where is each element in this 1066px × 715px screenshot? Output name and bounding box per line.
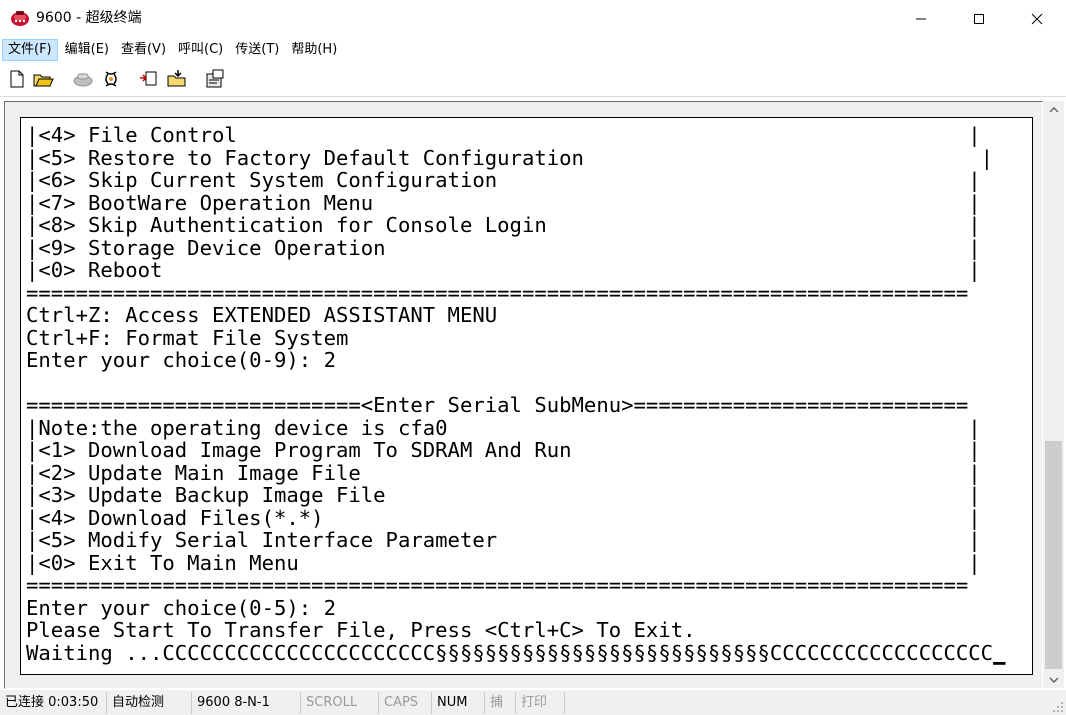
minimize-button[interactable]: [892, 0, 950, 38]
status-num: NUM: [432, 691, 485, 714]
status-print: 打印: [516, 691, 565, 714]
connect-icon[interactable]: [100, 68, 122, 90]
phone-icon[interactable]: [10, 9, 30, 27]
new-icon[interactable]: [6, 68, 28, 90]
terminal-line: |<9> Storage Device Operation |: [26, 235, 981, 260]
terminal-line: |<4> File Control |: [26, 123, 981, 147]
title-bar: 9600 - 超级终端: [0, 0, 1066, 38]
chevron-down-icon: [1049, 677, 1058, 683]
terminal-line: |<6> Skip Current System Configuration |: [26, 168, 981, 192]
receive-icon[interactable]: [166, 68, 188, 90]
status-scroll: SCROLL: [301, 691, 379, 714]
status-connected: 已连接 0:03:50: [0, 691, 107, 714]
terminal-line: |Note:the operating device is cfa0 |: [26, 415, 981, 440]
menu-file[interactable]: 文件(F): [2, 39, 58, 61]
menu-bar: 文件(F) 编辑(E) 查看(V) 呼叫(C) 传送(T) 帮助(H): [0, 38, 1066, 62]
menu-call[interactable]: 呼叫(C): [173, 39, 228, 61]
terminal-line: |<5> Modify Serial Interface Parameter |: [26, 528, 981, 552]
menu-edit[interactable]: 编辑(E): [60, 39, 114, 61]
terminal-line: ========================================…: [26, 280, 969, 305]
properties-icon[interactable]: [204, 68, 226, 90]
resize-grip-icon[interactable]: [1052, 701, 1064, 713]
terminal-frame: |<4> File Control | |<5> Restore to Fact…: [4, 101, 1043, 689]
terminal-line: |<2> Update Main Image File |: [26, 460, 981, 485]
close-button[interactable]: [1008, 0, 1066, 38]
terminal-cursor: _: [993, 640, 1006, 665]
chevron-up-icon: [1049, 106, 1058, 112]
status-settings: 9600 8-N-1: [192, 691, 301, 714]
maximize-icon: [974, 14, 984, 24]
terminal-line: |<4> Download Files(*.*) |: [26, 505, 981, 530]
terminal-line: |<1> Download Image Program To SDRAM And…: [26, 438, 981, 462]
status-capture: 捕: [485, 691, 516, 714]
menu-transfer[interactable]: 传送(T): [230, 39, 284, 61]
status-bar: 已连接 0:03:50 自动检测 9600 8-N-1 SCROLL CAPS …: [0, 690, 1066, 715]
scroll-up-button[interactable]: [1043, 101, 1064, 118]
terminal-line: Enter your choice(0-5): 2: [26, 595, 336, 620]
terminal-line: Please Start To Transfer File, Press <Ct…: [26, 618, 696, 642]
terminal-line: ========================================…: [26, 573, 969, 597]
terminal-line-last: Waiting ...CCCCCCCCCCCCCCCCCCCCCC§§§§§§§…: [26, 640, 1006, 665]
toolbar: [0, 62, 1066, 97]
terminal-line: |<0> Reboot |: [26, 258, 981, 282]
terminal-line: Ctrl+F: Format File System: [26, 325, 349, 350]
status-caps: CAPS: [379, 691, 432, 714]
minimize-icon: [916, 18, 926, 20]
terminal-line: ===========================<Enter Serial…: [26, 393, 969, 417]
terminal-screen[interactable]: |<4> File Control | |<5> Restore to Fact…: [20, 117, 1033, 675]
terminal-line: |<0> Exit To Main Menu |: [26, 550, 981, 575]
vertical-scrollbar[interactable]: [1043, 101, 1064, 688]
terminal-line: |<5> Restore to Factory Default Configur…: [26, 145, 994, 170]
disconnect-icon[interactable]: [72, 68, 94, 90]
scroll-down-button[interactable]: [1043, 671, 1064, 688]
window-title: 9600 - 超级终端: [36, 10, 142, 26]
terminal-line: Enter your choice(0-9): 2: [26, 348, 336, 372]
terminal-line: Ctrl+Z: Access EXTENDED ASSISTANT MENU: [26, 303, 498, 327]
menu-view[interactable]: 查看(V): [116, 39, 171, 61]
close-icon: [1031, 13, 1043, 25]
terminal-last-text: Waiting ...CCCCCCCCCCCCCCCCCCCCCC§§§§§§§…: [26, 640, 994, 665]
terminal-line: |<3> Update Backup Image File |: [26, 483, 981, 507]
terminal-line: |<7> BootWare Operation Menu |: [26, 190, 981, 215]
terminal-line: |<8> Skip Authentication for Console Log…: [26, 213, 981, 237]
scroll-thumb[interactable]: [1045, 441, 1062, 669]
maximize-button[interactable]: [950, 0, 1008, 38]
send-icon[interactable]: [138, 68, 160, 90]
menu-help[interactable]: 帮助(H): [286, 39, 342, 61]
status-detect: 自动检测: [107, 691, 192, 714]
open-icon[interactable]: [32, 68, 54, 90]
